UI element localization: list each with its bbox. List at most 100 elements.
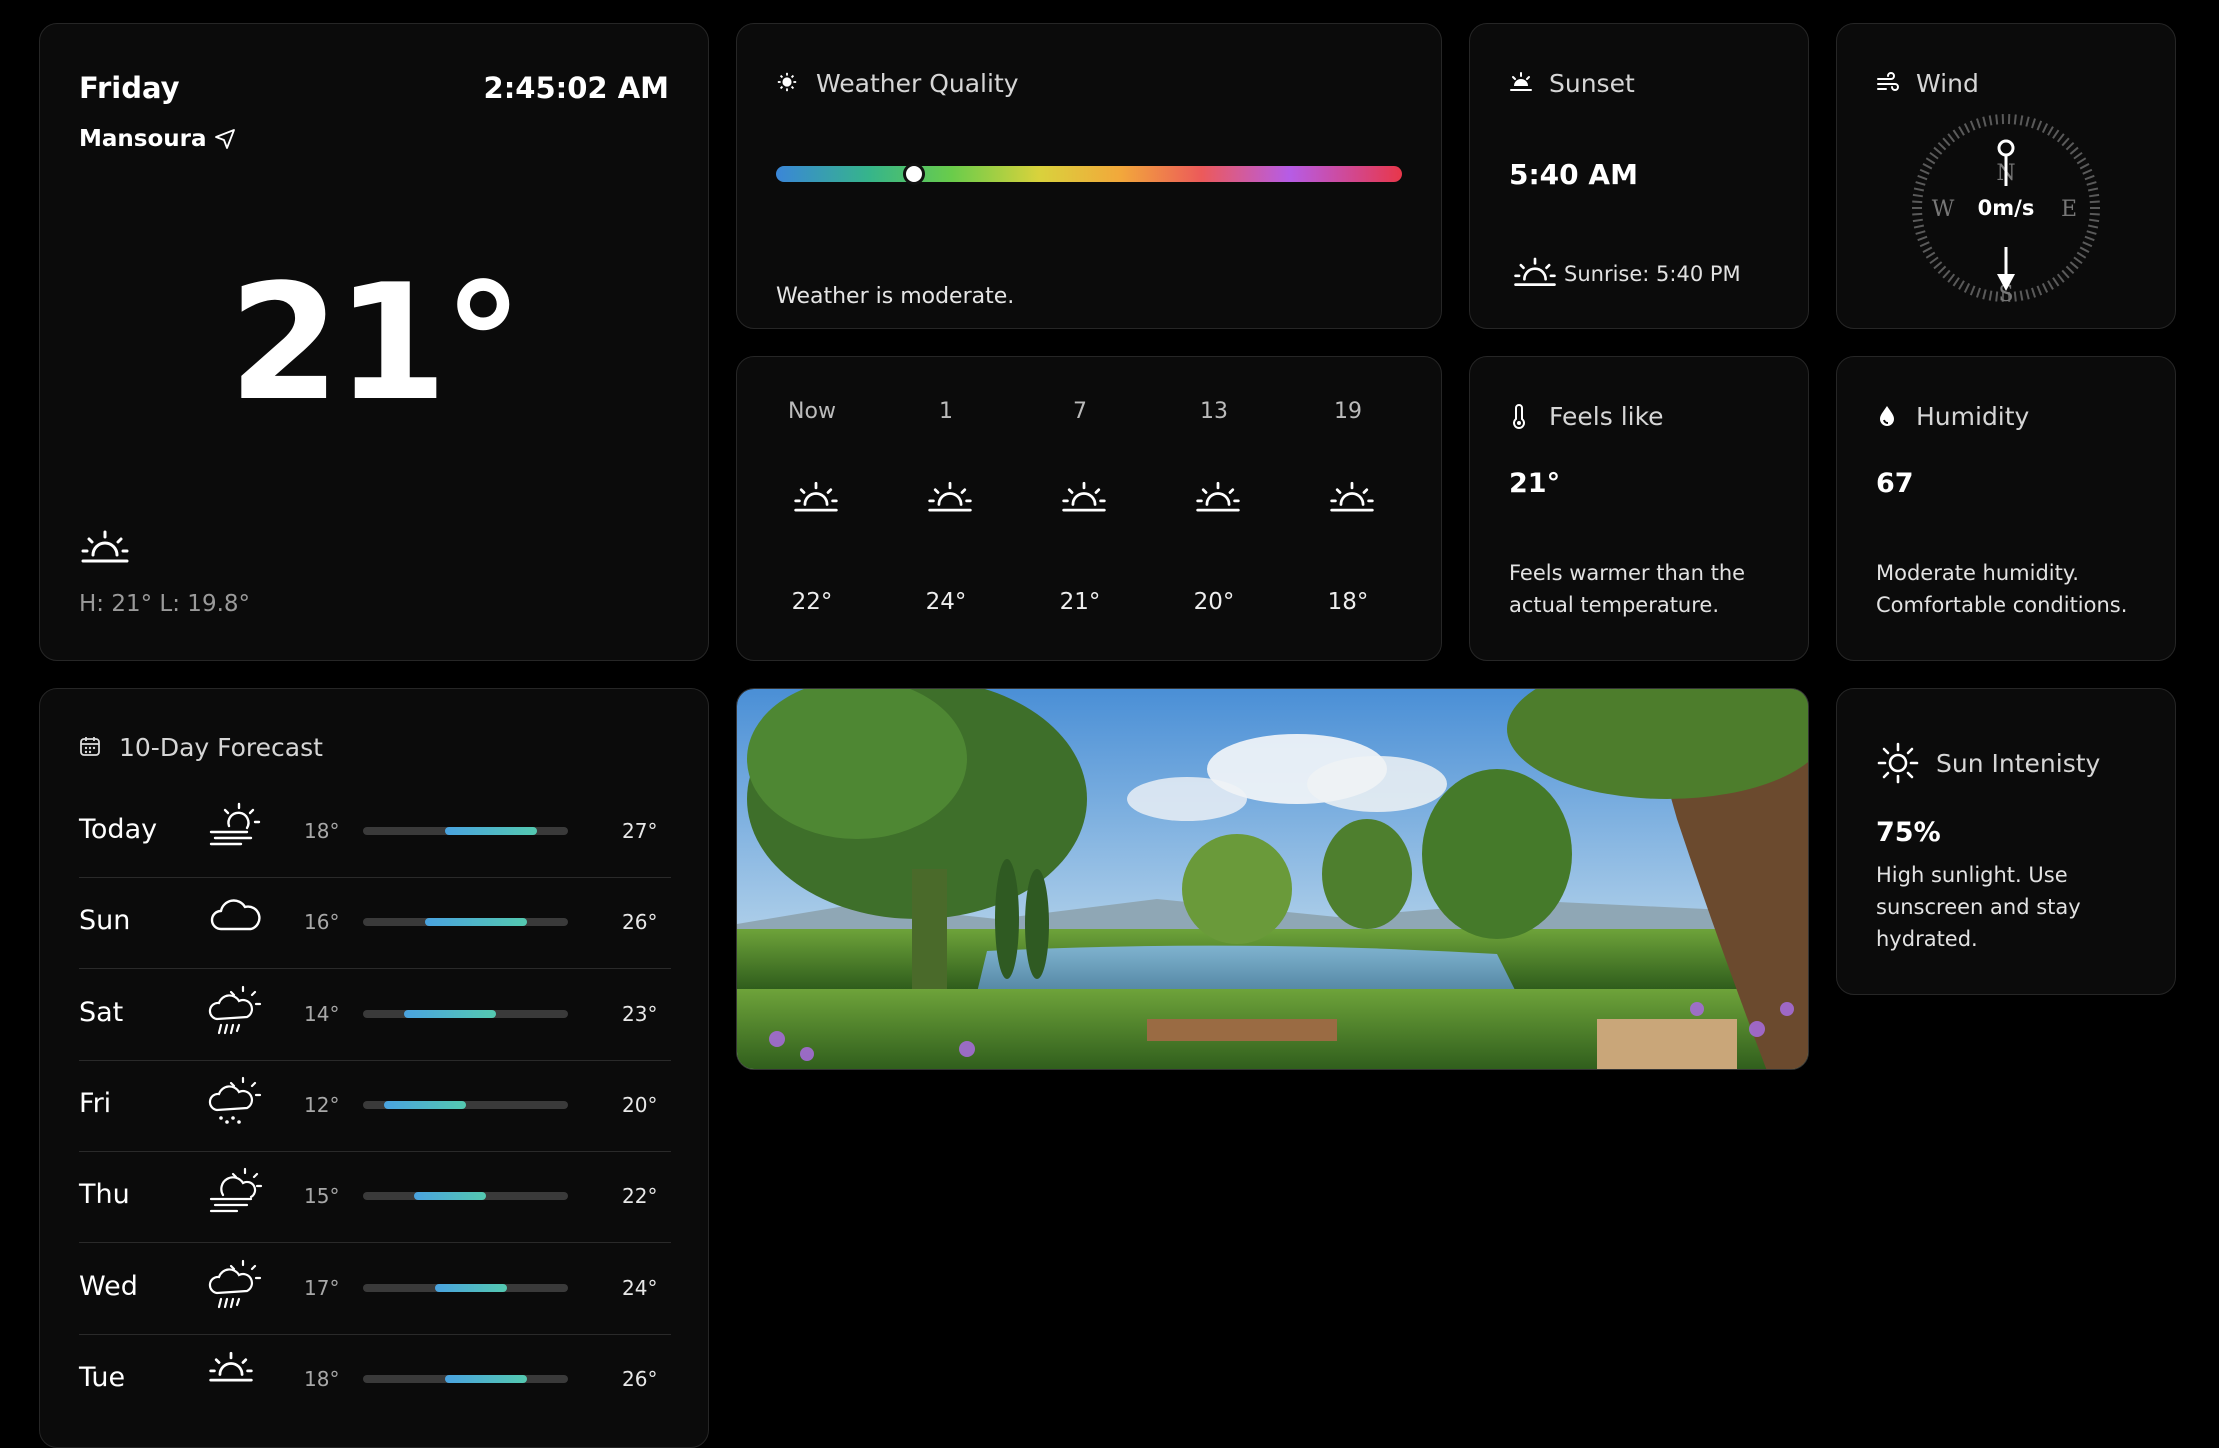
forecast-day: Today (79, 814, 157, 845)
forecast-low: 18° (304, 819, 344, 843)
compass-tick (1965, 124, 1969, 133)
compass-tick (2080, 164, 2089, 169)
sunrise-icon (1328, 480, 1376, 518)
compass-tick (2015, 292, 2016, 302)
hourly-temp: 18° (1288, 589, 1408, 615)
hourly-time: Now (752, 399, 872, 424)
sunrise-icon (792, 480, 840, 518)
compass-tick (1996, 292, 1997, 302)
sun-intensity-text: High sunlight. Use sunscreen and stay hy… (1876, 859, 2156, 955)
sunrise-icon (1194, 480, 1242, 518)
compass-tick (1990, 115, 1992, 125)
compass-tick (2032, 119, 2035, 129)
compass-tick (1959, 127, 1964, 136)
compass-tick (2074, 153, 2082, 159)
thermometer-icon (1509, 404, 1535, 430)
temperature-range-bar (363, 1010, 568, 1018)
compass-tick (1930, 153, 1938, 159)
high-low: H: 21° L: 19.8° (79, 591, 250, 617)
sun-intensity-value: 75% (1876, 817, 1941, 848)
landscape-image (736, 688, 1809, 1070)
weather-quality-header: Weather Quality (776, 69, 1019, 98)
time-label: 2:45:02 AM (484, 71, 669, 105)
compass-tick (1912, 201, 1922, 202)
forecast-row: Thu15°22° (79, 1151, 671, 1243)
compass-tick (1913, 220, 1923, 221)
current-weather-card: Friday 2:45:02 AM Mansoura 21° H: 21° L:… (39, 23, 709, 661)
humidity-card: Humidity 67 Moderate humidity. Comfortab… (1836, 356, 2176, 661)
compass-tick (1938, 266, 1945, 273)
compass-tick (1977, 119, 1980, 129)
compass-tick (1914, 225, 1924, 227)
compass-tick (2089, 220, 2099, 221)
compass-tick (1934, 262, 1942, 268)
hourly-time: 1 (886, 399, 1006, 424)
wind-compass: N S W E 0m/s (1909, 111, 2103, 305)
current-temperature: 21° (40, 249, 708, 436)
forecast-row: Sat14°23° (79, 969, 671, 1061)
wind-card: Wind N S W E 0m/s (1836, 23, 2176, 329)
compass-tick (2089, 195, 2099, 196)
hourly-temp: 24° (886, 589, 1006, 615)
forecast-day: Sat (79, 997, 123, 1028)
hourly-time: 13 (1154, 399, 1274, 424)
compass-west: W (1932, 197, 1955, 222)
compass-tick (2090, 201, 2100, 202)
compass-tick (1943, 138, 1950, 145)
compass-tick (1918, 176, 1927, 179)
humidity-title: Humidity (1916, 402, 2029, 431)
compass-tick (1971, 121, 1975, 130)
compass-tick (1965, 283, 1969, 292)
compass-tick (2077, 158, 2085, 163)
sun-rain-icon (207, 1259, 263, 1311)
forecast-high: 26° (622, 1367, 657, 1391)
forecast-title: 10-Day Forecast (119, 733, 323, 762)
forecast-row: Sun16°26° (79, 877, 671, 969)
weather-quality-title: Weather Quality (816, 69, 1019, 98)
compass-tick (1918, 237, 1927, 240)
compass-tick (2070, 148, 2078, 154)
ten-day-forecast-card: 10-Day Forecast Today18°27°Sun16°26°Sat1… (39, 688, 709, 1448)
compass-tick (2053, 130, 2059, 138)
compass-tick (2085, 176, 2094, 179)
sunset-icon (1509, 71, 1535, 97)
location-arrow-icon (213, 127, 237, 151)
compass-tick (2037, 286, 2041, 295)
compass-tick (1990, 291, 1992, 301)
compass-tick (2058, 134, 2064, 142)
forecast-low: 17° (304, 1276, 344, 1300)
forecast-high: 23° (622, 1002, 657, 1026)
compass-tick (1920, 242, 1929, 246)
forecast-day: Sun (79, 905, 130, 936)
city-name: Mansoura (79, 126, 207, 152)
sunrise-icon (1512, 256, 1558, 292)
humidity-header: Humidity (1876, 402, 2029, 431)
compass-tick (2026, 117, 2028, 127)
quality-gradient-bar (776, 166, 1402, 182)
compass-tick (2048, 281, 2053, 290)
sun-intensity-card: Sun Intenisty 75% High sunlight. Use sun… (1836, 688, 2176, 995)
compass-tick (1926, 158, 1934, 163)
sunrise-time: Sunrise: 5:40 PM (1564, 262, 1741, 286)
temperature-range-fill (445, 1375, 527, 1383)
hourly-time: 7 (1020, 399, 1140, 424)
feels-like-text: Feels warmer than the actual temperature… (1509, 557, 1789, 621)
compass-tick (1953, 278, 1959, 286)
compass-tick (2066, 266, 2073, 273)
compass-tick (1916, 231, 1926, 234)
forecast-low: 15° (304, 1184, 344, 1208)
feels-like-title: Feels like (1549, 402, 1664, 431)
compass-tick (2083, 170, 2092, 174)
sun-drizzle-icon (207, 1076, 263, 1128)
location: Mansoura (79, 126, 237, 152)
compass-tick (2043, 283, 2047, 292)
compass-tick (2090, 214, 2100, 215)
sun-icon (776, 71, 802, 97)
sun-wind-icon (207, 802, 263, 852)
compass-tick (2066, 143, 2073, 150)
compass-tick (1923, 247, 1932, 252)
compass-tick (2043, 124, 2047, 133)
compass-tick (1926, 253, 1934, 258)
sunrise-icon (926, 480, 974, 518)
wind-speed: 0m/s (1978, 196, 2035, 220)
